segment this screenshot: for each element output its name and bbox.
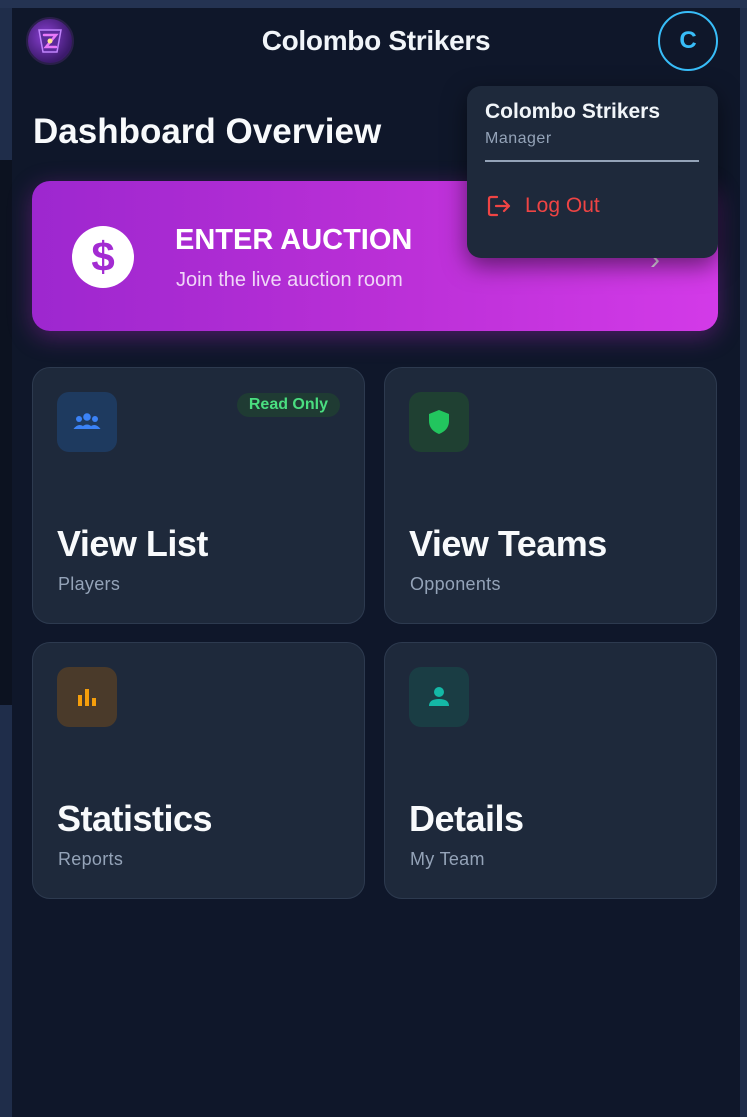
user-menu-dropdown: Colombo Strikers Manager Log Out — [467, 86, 718, 258]
logout-icon — [487, 195, 511, 217]
background-panel — [0, 160, 12, 705]
view-teams-card[interactable]: View Teams Opponents — [384, 367, 717, 624]
statistics-card[interactable]: Statistics Reports — [32, 642, 365, 899]
logout-button[interactable]: Log Out — [485, 192, 600, 220]
card-title: Statistics — [57, 798, 213, 839]
app-container: Colombo Strikers C Dashboard Overview $ … — [12, 8, 740, 1117]
read-only-badge: Read Only — [236, 393, 340, 417]
card-subtitle: Players — [58, 574, 121, 594]
app-header: Colombo Strikers C — [12, 8, 740, 78]
user-menu-role: Manager — [485, 130, 552, 147]
auction-title: ENTER AUCTION — [175, 224, 413, 256]
page-title: Dashboard Overview — [33, 112, 382, 151]
card-subtitle: My Team — [410, 849, 485, 869]
dollar-icon: $ — [72, 226, 134, 288]
person-icon — [409, 667, 469, 727]
user-avatar-button[interactable]: C — [658, 11, 718, 71]
shield-icon — [409, 392, 469, 452]
card-subtitle: Reports — [58, 849, 124, 869]
app-title: Colombo Strikers — [261, 25, 491, 56]
view-list-card[interactable]: Read Only View List Players — [32, 367, 365, 624]
details-card[interactable]: Details My Team — [384, 642, 717, 899]
auction-subtitle: Join the live auction room — [176, 269, 403, 291]
group-icon — [57, 392, 117, 452]
background-strip — [0, 0, 747, 8]
logout-label: Log Out — [525, 194, 600, 217]
user-menu-name: Colombo Strikers — [485, 100, 661, 123]
bar-chart-icon — [57, 667, 117, 727]
card-title: View Teams — [409, 523, 607, 564]
menu-divider — [485, 160, 699, 162]
card-title: Details — [409, 798, 524, 839]
card-title: View List — [57, 523, 208, 564]
card-subtitle: Opponents — [410, 574, 501, 594]
